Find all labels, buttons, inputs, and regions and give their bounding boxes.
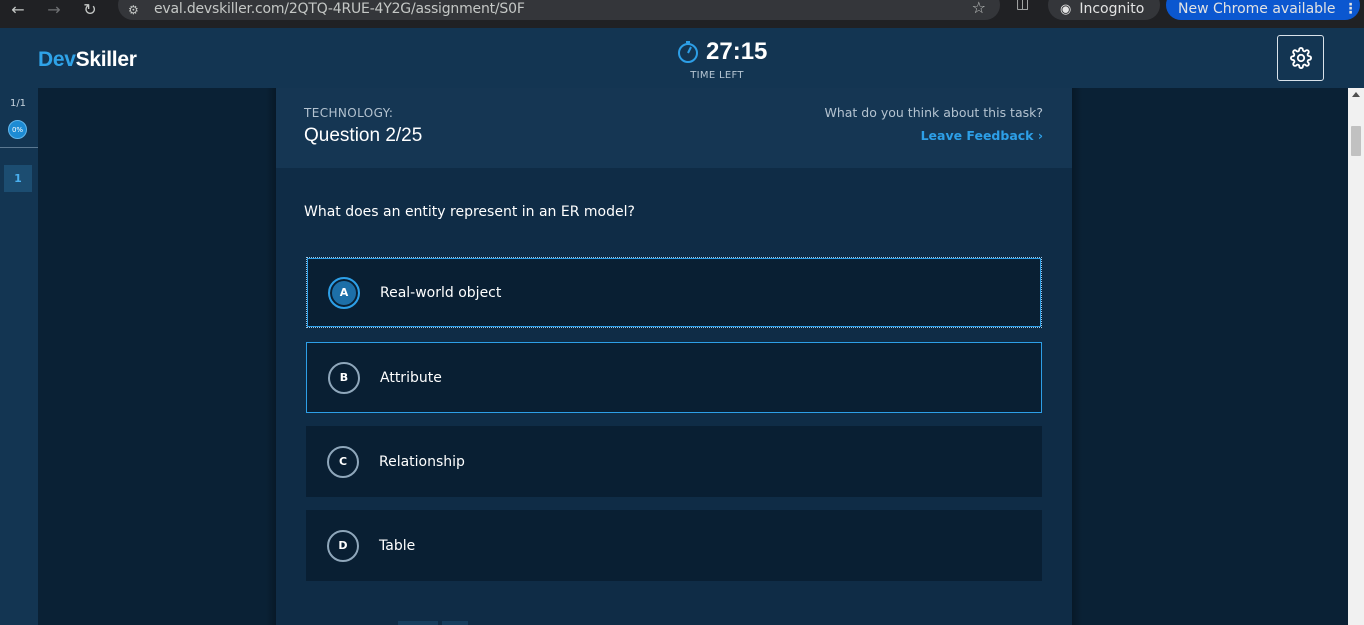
- leave-feedback-label: Leave Feedback: [920, 128, 1034, 143]
- right-background: [1072, 88, 1348, 625]
- more-menu-icon[interactable]: ⋮: [1344, 1, 1358, 17]
- sidebar-item-task-1[interactable]: 1: [4, 165, 32, 192]
- option-letter: B: [328, 361, 360, 394]
- incognito-label: Incognito: [1079, 1, 1145, 17]
- side-panel-icon[interactable]: ◫: [1016, 0, 1034, 14]
- devskiller-logo: DevSkiller: [38, 48, 137, 71]
- chevron-right-icon: ›: [1037, 128, 1043, 143]
- question-text: What does an entity represent in an ER m…: [304, 204, 635, 220]
- footer-button-partial[interactable]: [398, 621, 438, 625]
- gear-icon: [1289, 47, 1312, 69]
- question-body: What does an entity represent in an ER m…: [276, 168, 1072, 625]
- stopwatch-icon: [678, 41, 698, 63]
- answer-option-d[interactable]: D Table: [306, 510, 1042, 581]
- feedback-prompt: What do you think about this task?: [824, 105, 1043, 120]
- incognito-icon: ◉: [1060, 1, 1072, 17]
- sidebar-divider: [0, 147, 38, 148]
- answer-option-c[interactable]: C Relationship: [306, 426, 1042, 497]
- option-label: Table: [379, 537, 416, 554]
- incognito-chip[interactable]: ◉ Incognito: [1048, 0, 1160, 20]
- technology-label: TECHNOLOGY:: [304, 106, 394, 120]
- timer: 27:15: [676, 38, 767, 66]
- timer-value: 27:15: [706, 38, 768, 65]
- answer-option-b[interactable]: B Attribute: [306, 342, 1042, 413]
- option-letter: A: [328, 276, 360, 309]
- leave-feedback-link[interactable]: Leave Feedback ›: [921, 128, 1043, 143]
- progress-badge: 0%: [8, 120, 27, 139]
- footer-button-partial[interactable]: [442, 621, 468, 625]
- settings-button[interactable]: [1277, 35, 1324, 81]
- task-header: TECHNOLOGY: Question 2/25 What do you th…: [276, 88, 1072, 168]
- site-info-icon[interactable]: ⚙: [128, 3, 142, 17]
- question-number: Question 2/25: [304, 125, 423, 146]
- back-icon[interactable]: ←: [0, 0, 36, 23]
- task-count: 1/1: [9, 98, 27, 109]
- reload-icon[interactable]: ↻: [72, 0, 108, 23]
- panel-shadow-left: [266, 88, 276, 625]
- bookmark-star-icon[interactable]: ☆: [972, 0, 986, 17]
- update-label: New Chrome available: [1178, 1, 1336, 17]
- url-text: eval.devskiller.com/2QTQ-4RUE-4Y2G/assig…: [154, 1, 525, 17]
- panel-shadow-right: [1072, 88, 1082, 625]
- timer-label: TIME LEFT: [690, 70, 744, 81]
- page-scrollbar[interactable]: [1348, 88, 1364, 625]
- option-letter: D: [327, 529, 359, 562]
- app-header: DevSkiller 27:15 TIME LEFT: [0, 28, 1364, 88]
- forward-icon[interactable]: →: [36, 0, 72, 23]
- browser-toolbar: ← → ↻ ⚙ eval.devskiller.com/2QTQ-4RUE-4Y…: [0, 0, 1364, 28]
- option-label: Attribute: [380, 369, 442, 386]
- task-sidebar: 1/1 0% 1: [0, 88, 38, 625]
- option-letter: C: [327, 445, 359, 478]
- chrome-update-button[interactable]: New Chrome available ⋮: [1166, 0, 1360, 20]
- scroll-thumb[interactable]: [1351, 126, 1361, 156]
- left-background: [38, 88, 276, 625]
- scroll-up-icon[interactable]: [1352, 92, 1360, 97]
- option-label: Relationship: [379, 453, 465, 470]
- address-bar[interactable]: ⚙ eval.devskiller.com/2QTQ-4RUE-4Y2G/ass…: [118, 0, 1000, 20]
- answer-option-a[interactable]: A Real-world object: [306, 257, 1042, 328]
- option-label: Real-world object: [380, 284, 502, 301]
